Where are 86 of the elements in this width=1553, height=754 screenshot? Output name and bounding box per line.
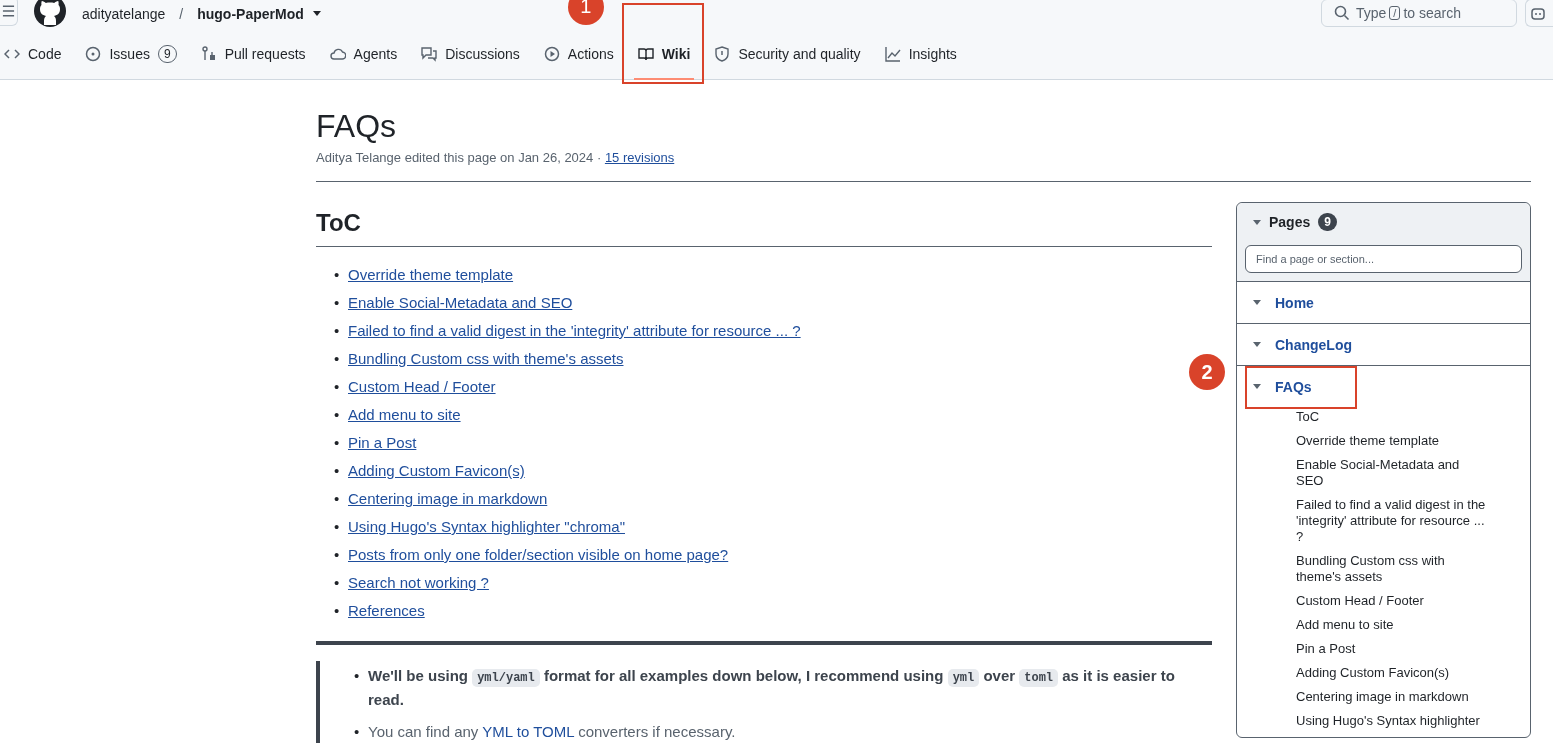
path-separator: / [179,6,184,22]
section-link[interactable]: Custom Head / Footer [1296,593,1490,609]
section-heading: ToC [316,208,1212,247]
bullet: • [354,666,361,686]
nav-tab[interactable]: Code [0,37,74,70]
contents-link[interactable]: Enable Social-Metadata and SEO [348,289,573,317]
contents-link[interactable]: References [348,597,425,625]
search-icon [1334,5,1350,21]
section-link[interactable]: Add menu to site [1296,617,1490,633]
caret-icon[interactable] [311,11,322,17]
contents-link[interactable]: Custom Head / Footer [348,373,496,401]
section-link[interactable]: Enable Social-Metadata and SEO [1296,457,1490,489]
note-text: We'll be using yml/yaml format for all examples down below, I recommend using yml over toml as it is easier to read. [368,666,1176,710]
nav-tab[interactable]: Discussions [409,37,532,70]
page-link[interactable]: Home [1275,294,1314,311]
revisions-link[interactable]: 15 revisions [604,150,675,165]
caret-icon[interactable] [1253,384,1261,389]
page-search-field[interactable]: Find a page or section... [1245,245,1522,273]
nav-tab[interactable]: Pull requests [188,37,318,70]
keyboard-key: / [1389,6,1401,20]
section-link[interactable]: Using Hugo's Syntax highlighter [1296,713,1490,729]
copilot-button[interactable] [1525,0,1553,27]
caret-icon[interactable] [1253,342,1261,347]
contents-link[interactable]: Bundling Custom css with theme's assets [348,345,624,373]
count-badge: 9 [1318,213,1337,231]
converter-link[interactable]: YML to TOML [482,723,574,740]
contents-link[interactable]: Posts from only one folder/section visible on home page? [348,541,729,569]
nav-tab[interactable]: Insights [872,37,969,70]
search-placeholder: Type [1356,5,1387,21]
bullet: • [334,489,341,509]
nav-tab[interactable]: Agents [317,37,410,70]
search-placeholder: to search [1403,5,1461,21]
bullet: • [334,265,341,285]
section-link[interactable]: Centering image in markdown [1296,689,1490,705]
bullet: • [334,405,341,425]
circle-dot-icon [85,45,102,62]
bullet: • [334,349,341,369]
contents-link[interactable]: Search not working ? [348,569,489,597]
contents-link[interactable]: Pin a Post [348,429,417,457]
contents-link[interactable]: Override theme template [348,261,514,289]
pull-request-icon [200,45,217,62]
play-circle-icon [543,45,560,62]
bullet: • [334,321,341,341]
bullet: • [334,461,341,481]
step-marker: 2 [1189,354,1225,390]
page-link[interactable]: FAQs [1275,378,1312,395]
bullet: • [354,722,361,742]
repo-link[interactable]: hugo-PaperMod [197,6,304,22]
nav-tab[interactable]: Security and quality [702,37,873,70]
contents-link[interactable]: Failed to find a valid digest in the 'integrity' attribute for resource ... ? [348,317,801,345]
nav-tab[interactable]: Actions [531,37,626,70]
caret-icon[interactable] [1253,300,1261,305]
bullet: • [334,545,341,565]
book-icon [637,45,654,62]
contents-link[interactable]: Add menu to site [348,401,461,429]
octocat-logo-icon[interactable] [34,0,66,27]
bullet: • [334,293,341,313]
step-marker: 1 [567,0,604,25]
menu-icon [2,5,15,17]
bullet: • [334,517,341,537]
section-link[interactable]: Adding Custom Favicon(s) [1296,665,1490,681]
page-link[interactable]: ChangeLog [1275,336,1352,353]
robot-icon [1530,5,1546,21]
contents-link[interactable]: Centering image in markdown [348,485,548,513]
chat-bubbles-icon [421,45,438,62]
owner-link[interactable]: adityatelange [82,6,166,22]
edit-info: Aditya Telange edited this page on Jan 26, 2024 · [316,150,602,165]
bullet: • [334,601,341,621]
menu-button[interactable] [0,0,18,26]
section-link[interactable]: Bundling Custom css with theme's assets [1296,553,1490,585]
line-graph-icon [884,45,901,62]
page-title: FAQs [316,107,397,146]
contents-link[interactable]: Using Hugo's Syntax highlighter "chroma" [348,513,625,541]
section-link[interactable]: Failed to find a valid digest in the 'integrity' attribute for resource ... ? [1296,497,1490,545]
shield-icon [714,45,731,62]
section-link[interactable]: Override theme template [1296,433,1490,449]
bullet: • [334,433,341,453]
note-text: You can find any YML to TOML converters if necessary. [368,722,736,742]
section-link[interactable]: Pin a Post [1296,641,1490,657]
nav-tab[interactable]: Issues 9 [73,37,189,70]
panel-title: Pages [1269,214,1311,230]
section-link[interactable]: ToC [1296,409,1490,425]
search-field[interactable]: Type / to search [1321,0,1517,27]
bullet: • [334,377,341,397]
bullet: • [334,573,341,593]
contents-link[interactable]: Adding Custom Favicon(s) [348,457,525,485]
